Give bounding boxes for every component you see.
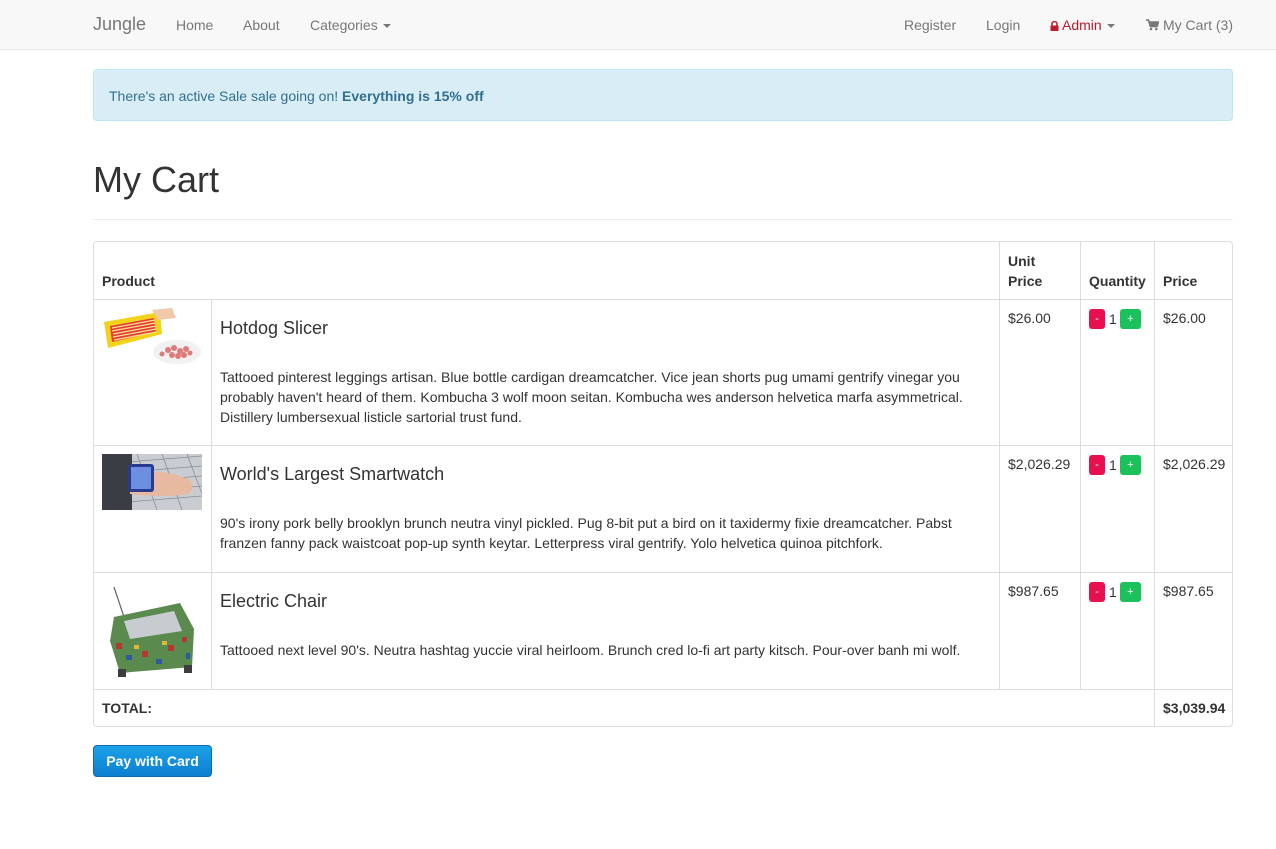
product-image-cell bbox=[94, 299, 211, 445]
smartwatch-image bbox=[102, 454, 202, 510]
lock-icon bbox=[1050, 21, 1059, 31]
decrease-quantity-button[interactable]: - bbox=[1089, 582, 1106, 603]
total-value: $3,039.94 bbox=[1154, 689, 1233, 726]
table-row: Electric Chair Tattooed next level 90's.… bbox=[94, 572, 1233, 689]
product-description: Tattooed next level 90's. Neutra hashtag… bbox=[220, 642, 961, 658]
product-info-cell: Electric Chair Tattooed next level 90's.… bbox=[211, 572, 1000, 689]
increase-quantity-button[interactable]: + bbox=[1119, 455, 1141, 476]
nav-home[interactable]: Home bbox=[176, 16, 213, 34]
product-description: 90's irony pork belly brooklyn brunch ne… bbox=[220, 515, 952, 551]
table-header-row: Product Unit Price Quantity Price bbox=[94, 242, 1232, 299]
table-row: Hotdog Slicer Tattooed pinterest legging… bbox=[94, 299, 1233, 445]
quantity-value: 1 bbox=[1109, 311, 1117, 328]
nav-my-cart[interactable]: My Cart (3) bbox=[1146, 16, 1233, 34]
caret-down-icon bbox=[1106, 24, 1115, 29]
nav-categories-label: Categories bbox=[310, 17, 378, 33]
nav-register[interactable]: Register bbox=[904, 16, 956, 34]
navbar: Jungle Home About Categories Register Lo… bbox=[0, 0, 1276, 50]
table-row: World's Largest Smartwatch 90's irony po… bbox=[94, 445, 1233, 572]
product-info-cell: World's Largest Smartwatch 90's irony po… bbox=[211, 445, 1000, 572]
increase-quantity-button[interactable]: + bbox=[1119, 582, 1141, 603]
decrease-quantity-button[interactable]: - bbox=[1089, 309, 1106, 330]
quantity-value: 1 bbox=[1109, 584, 1117, 601]
sale-alert-highlight: Everything is 15% off bbox=[342, 88, 484, 104]
title-divider bbox=[93, 219, 1233, 220]
sale-alert: There's an active Sale sale going on! Ev… bbox=[93, 69, 1233, 121]
electric-chair-image bbox=[102, 581, 202, 681]
product-name[interactable]: Hotdog Slicer bbox=[220, 317, 991, 339]
line-price-cell: $26.00 bbox=[1154, 299, 1233, 445]
hotdog-slicer-image bbox=[102, 308, 202, 364]
nav-login[interactable]: Login bbox=[986, 16, 1020, 34]
increase-quantity-button[interactable]: + bbox=[1119, 309, 1141, 330]
line-price-cell: $987.65 bbox=[1154, 572, 1233, 689]
decrease-quantity-button[interactable]: - bbox=[1089, 455, 1106, 476]
product-name[interactable]: Electric Chair bbox=[220, 590, 991, 612]
unit-price-cell: $987.65 bbox=[999, 572, 1081, 689]
total-label: TOTAL: bbox=[94, 689, 1155, 726]
unit-price-cell: $2,026.29 bbox=[999, 445, 1081, 572]
header-unit-price: Unit Price bbox=[999, 242, 1080, 299]
product-image-cell bbox=[94, 445, 211, 572]
product-name[interactable]: World's Largest Smartwatch bbox=[220, 463, 991, 485]
quantity-value: 1 bbox=[1109, 457, 1117, 474]
shopping-cart-icon bbox=[1146, 19, 1159, 31]
nav-admin[interactable]: Admin bbox=[1050, 16, 1115, 34]
nav-about[interactable]: About bbox=[243, 16, 280, 34]
product-description: Tattooed pinterest leggings artisan. Blu… bbox=[220, 369, 963, 425]
nav-admin-label: Admin bbox=[1062, 17, 1102, 33]
caret-down-icon bbox=[382, 24, 391, 29]
header-quantity: Quantity bbox=[1080, 242, 1154, 299]
sale-alert-text: There's an active Sale sale going on! bbox=[109, 88, 343, 104]
unit-price-cell: $26.00 bbox=[999, 299, 1081, 445]
quantity-cell: -1 + bbox=[1080, 572, 1155, 689]
quantity-cell: -1 + bbox=[1080, 445, 1155, 572]
total-row: TOTAL: $3,039.94 bbox=[94, 689, 1233, 726]
nav-categories[interactable]: Categories bbox=[310, 16, 391, 34]
header-price: Price bbox=[1154, 242, 1232, 299]
quantity-cell: -1 + bbox=[1080, 299, 1155, 445]
page-title: My Cart bbox=[93, 159, 219, 200]
brand-link[interactable]: Jungle bbox=[93, 13, 146, 35]
nav-my-cart-label: My Cart (3) bbox=[1163, 17, 1233, 33]
header-product: Product bbox=[102, 273, 155, 289]
product-image-cell bbox=[94, 572, 211, 689]
product-info-cell: Hotdog Slicer Tattooed pinterest legging… bbox=[211, 299, 1000, 445]
pay-with-card-button[interactable]: Pay with Card bbox=[93, 745, 212, 777]
line-price-cell: $2,026.29 bbox=[1154, 445, 1233, 572]
cart-table: Product Unit Price Quantity Price Hotdog… bbox=[93, 241, 1234, 727]
